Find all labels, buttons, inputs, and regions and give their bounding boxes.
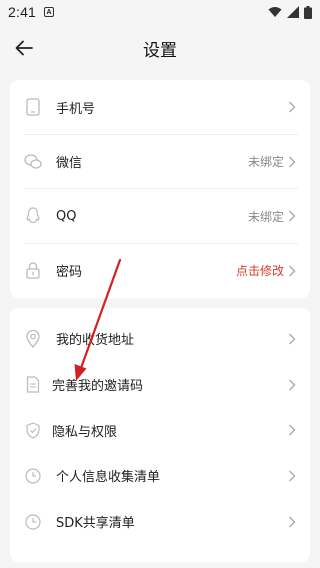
chevron-right-icon [286,469,298,483]
chevron-right-icon [286,264,298,278]
chevron-right-icon [286,209,298,223]
privacy-permissions-label: 隐私与权限 [52,424,118,440]
invite-code-row[interactable]: 完善我的邀请码 [10,362,310,408]
chevron-right-icon [286,100,298,114]
phone-label: 手机号 [56,101,96,117]
battery-icon [304,5,312,19]
notification-icon: A [44,7,55,17]
privacy-permissions-row[interactable]: 隐私与权限 [10,407,310,453]
password-row[interactable]: 密码 点击修改 [10,244,310,299]
qq-icon [24,207,42,225]
page-title: 设置 [143,40,177,61]
password-label: 密码 [56,265,83,281]
phone-icon [24,98,42,116]
lock-icon [24,262,42,280]
wechat-label: 微信 [56,156,83,172]
sdk-share-list-row[interactable]: SDK共享清单 [10,499,310,545]
status-time: 2:41 [8,4,37,20]
back-button[interactable] [12,36,36,60]
qq-label: QQ [56,208,77,224]
account-settings-card: 手机号 微信 未绑定 QQ 未绑定 密码 点击修改 [10,80,310,298]
phone-row[interactable]: 手机号 [10,80,310,135]
personal-info-list-row[interactable]: 个人信息收集清单 [10,453,310,499]
shield-icon [24,421,42,439]
chevron-right-icon [286,515,298,529]
chevron-right-icon [286,423,298,437]
clock-icon [24,513,42,531]
status-icons [268,5,312,19]
other-settings-card: 我的收货地址 完善我的邀请码 隐私与权限 个人信息收集清单 SDK共享清单 [10,308,310,562]
password-modify-link[interactable]: 点击修改 [236,262,284,279]
back-arrow-icon [15,40,33,56]
shipping-address-label: 我的收货地址 [56,333,135,349]
personal-info-list-label: 个人信息收集清单 [56,470,161,486]
wechat-icon [24,153,42,171]
wechat-status: 未绑定 [247,155,284,170]
location-icon [24,329,42,348]
status-bar: 2:41 A [0,0,320,24]
shipping-address-row[interactable]: 我的收货地址 [10,316,310,362]
chevron-right-icon [286,378,298,392]
wifi-icon [268,7,282,17]
sdk-share-list-label: SDK共享清单 [56,516,135,532]
qq-row[interactable]: QQ 未绑定 [10,189,310,244]
app-header: 设置 [0,24,320,72]
signal-icon [287,6,299,18]
wechat-row[interactable]: 微信 未绑定 [10,135,310,189]
chevron-right-icon [286,155,298,169]
chevron-right-icon [286,332,298,346]
document-icon [24,376,42,394]
qq-status: 未绑定 [247,209,284,224]
clock-icon [24,467,42,485]
invite-code-label: 完善我的邀请码 [52,379,144,395]
